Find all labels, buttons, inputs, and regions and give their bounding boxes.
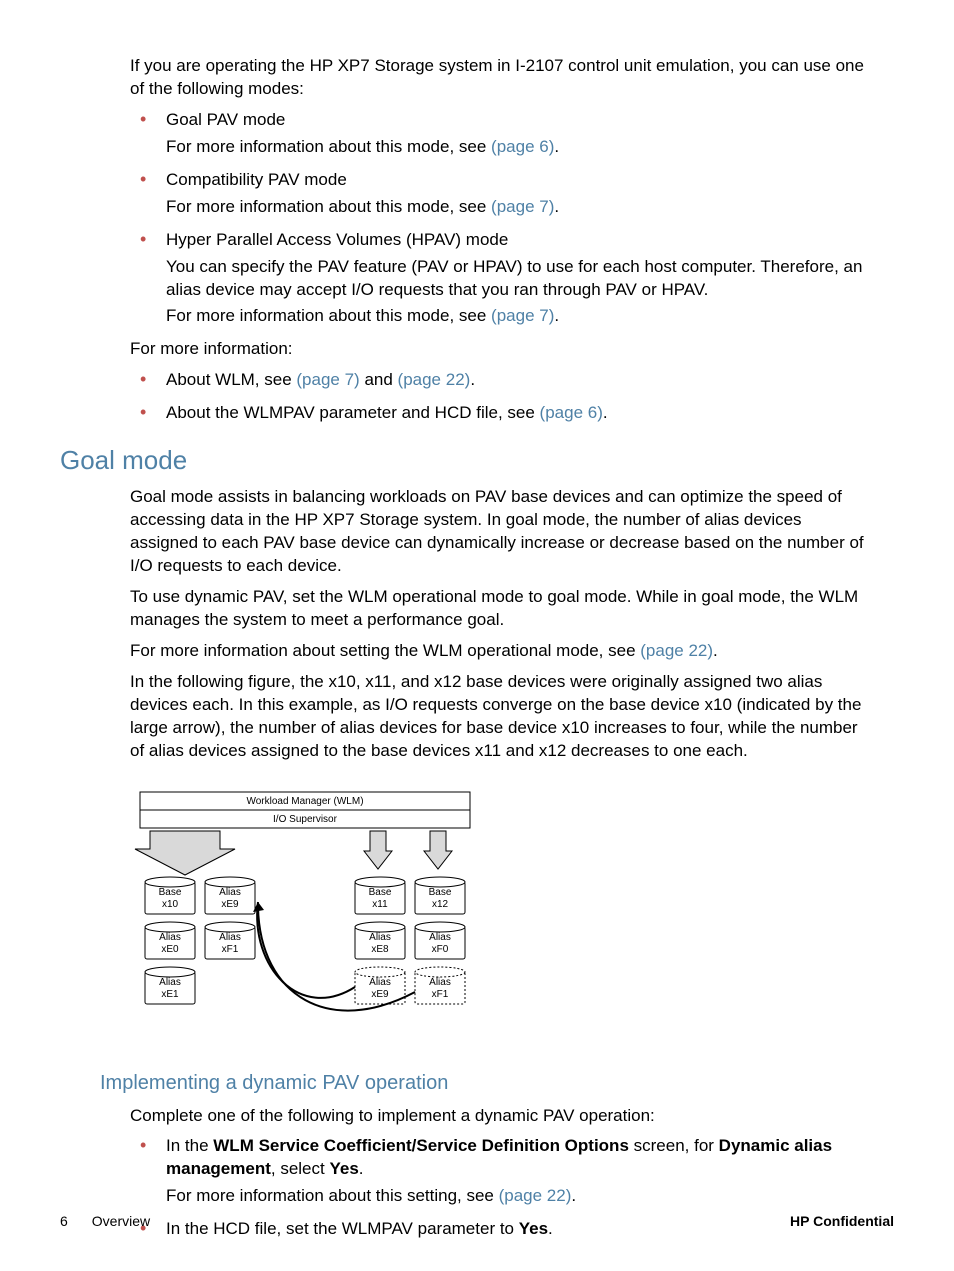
page-footer: 6 Overview HP Confidential	[60, 1212, 894, 1231]
diagram-wlm-label: Workload Manager (WLM)	[246, 796, 363, 807]
cyl-label: Alias	[219, 887, 241, 898]
cyl-label: Base	[429, 887, 452, 898]
text: For more information about this mode, se…	[166, 197, 491, 216]
text: For more information about setting the W…	[130, 641, 640, 660]
text: , select	[271, 1159, 330, 1178]
list-item: Hyper Parallel Access Volumes (HPAV) mod…	[130, 229, 874, 329]
cyl-label: xE9	[221, 899, 239, 910]
cyl-label: Alias	[429, 977, 451, 988]
cyl-label: Alias	[219, 932, 241, 943]
text: .	[470, 370, 475, 389]
goal-mode-heading: Goal mode	[60, 443, 894, 478]
item-line: In the WLM Service Coefficient/Service D…	[166, 1135, 874, 1181]
text: .	[554, 197, 559, 216]
mode-extra: You can specify the PAV feature (PAV or …	[166, 256, 874, 302]
list-item: About the WLMPAV parameter and HCD file,…	[130, 402, 874, 425]
cyl-label: Alias	[159, 977, 181, 988]
paragraph: In the following figure, the x10, x11, a…	[130, 671, 874, 763]
intro-paragraph: If you are operating the HP XP7 Storage …	[130, 55, 874, 101]
cyl-label: xE0	[161, 944, 179, 955]
text: .	[554, 137, 559, 156]
goal-mode-body: Goal mode assists in balancing workloads…	[130, 486, 874, 762]
bold-text: WLM Service Coefficient/Service Definiti…	[213, 1136, 629, 1155]
cyl-label: xE9	[371, 989, 389, 1000]
cyl-label: Alias	[369, 932, 391, 943]
cyl-label: x11	[372, 899, 388, 910]
mode-desc: For more information about this mode, se…	[166, 136, 874, 159]
text: .	[359, 1159, 364, 1178]
cyl-label: Alias	[429, 932, 451, 943]
list-item: About WLM, see (page 7) and (page 22).	[130, 369, 874, 392]
cyl-label: Base	[369, 887, 392, 898]
item-sub: For more information about this setting,…	[166, 1185, 874, 1208]
list-item: Goal PAV mode For more information about…	[130, 109, 874, 159]
mode-list: Goal PAV mode For more information about…	[130, 109, 874, 329]
cyl-label: xF1	[222, 944, 239, 955]
cyl-label: xE8	[371, 944, 389, 955]
bold-text: Yes	[329, 1159, 358, 1178]
mode-desc: For more information about this mode, se…	[166, 305, 874, 328]
text: and	[360, 370, 398, 389]
cyl-label: xF0	[432, 944, 449, 955]
text: In the	[166, 1136, 213, 1155]
text: About WLM, see	[166, 370, 296, 389]
text: For more information about this mode, se…	[166, 306, 491, 325]
paragraph: To use dynamic PAV, set the WLM operatio…	[130, 586, 874, 632]
footer-section: Overview	[92, 1212, 150, 1231]
text: .	[713, 641, 718, 660]
paragraph: For more information about setting the W…	[130, 640, 874, 663]
page-link[interactable]: (page 7)	[491, 197, 554, 216]
page-link[interactable]: (page 22)	[640, 641, 713, 660]
more-info-label: For more information:	[130, 338, 874, 361]
paragraph: Goal mode assists in balancing workloads…	[130, 486, 874, 578]
page-link[interactable]: (page 22)	[499, 1186, 572, 1205]
more-info-list: About WLM, see (page 7) and (page 22). A…	[130, 369, 874, 425]
implementing-heading: Implementing a dynamic PAV operation	[100, 1070, 894, 1097]
cyl-label: Alias	[159, 932, 181, 943]
text: screen, for	[629, 1136, 719, 1155]
cyl-label: Alias	[369, 977, 391, 988]
text: .	[554, 306, 559, 325]
text: .	[603, 403, 608, 422]
paragraph: Complete one of the following to impleme…	[130, 1105, 874, 1128]
diagram-io-label: I/O Supervisor	[273, 814, 338, 825]
text: .	[571, 1186, 576, 1205]
page-link[interactable]: (page 7)	[296, 370, 359, 389]
page-number: 6	[60, 1212, 68, 1231]
cyl-label: xE1	[161, 989, 179, 1000]
page-link[interactable]: (page 7)	[491, 306, 554, 325]
cyl-label: xF1	[432, 989, 449, 1000]
cyl-label: x10	[162, 899, 179, 910]
mode-title: Compatibility PAV mode	[166, 169, 874, 192]
mode-title: Hyper Parallel Access Volumes (HPAV) mod…	[166, 229, 874, 252]
list-item: In the WLM Service Coefficient/Service D…	[130, 1135, 874, 1208]
text: For more information about this mode, se…	[166, 137, 491, 156]
mode-title: Goal PAV mode	[166, 109, 874, 132]
text: About the WLMPAV parameter and HCD file,…	[166, 403, 540, 422]
text: For more information about this setting,…	[166, 1186, 499, 1205]
cyl-label: Base	[159, 887, 182, 898]
intro-block: If you are operating the HP XP7 Storage …	[130, 55, 874, 425]
page-link[interactable]: (page 6)	[491, 137, 554, 156]
page-link[interactable]: (page 22)	[398, 370, 471, 389]
page-link[interactable]: (page 6)	[540, 403, 603, 422]
cyl-label: x12	[432, 899, 449, 910]
mode-desc: For more information about this mode, se…	[166, 196, 874, 219]
confidential-label: HP Confidential	[790, 1212, 894, 1231]
goal-mode-figure: Workload Manager (WLM) I/O Supervisor Ba…	[130, 787, 480, 1044]
list-item: Compatibility PAV mode For more informat…	[130, 169, 874, 219]
